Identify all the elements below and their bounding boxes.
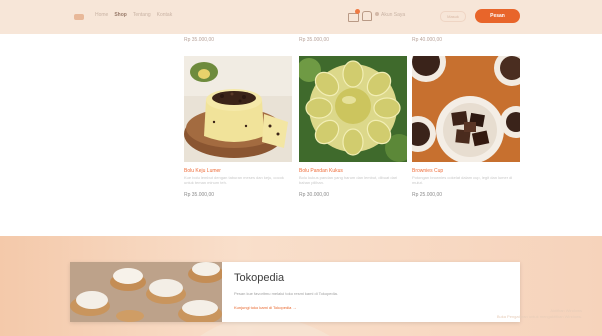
shopping-bag-icon (348, 13, 359, 22)
product-price: Rp 30.000,00 (299, 192, 330, 198)
promo-image-meringue-tarts (70, 262, 222, 322)
product-description: Kue bolu lembut dengan taburan meses dan… (184, 175, 284, 185)
product-card[interactable]: Bolu Pandan Kukus Bolu kukus pandan yang… (299, 56, 407, 206)
previous-row-price: Rp 35.000,00 (184, 37, 215, 43)
bell-icon[interactable] (362, 11, 372, 21)
product-title[interactable]: Bolu Pandan Kukus (299, 168, 343, 174)
product-description: Bolu kukus pandan yang harum dan lembut,… (299, 175, 398, 185)
product-image-pandan-cake[interactable] (299, 56, 407, 162)
promo-link[interactable]: Kunjungi toko kami di Tokopedia → (234, 305, 296, 310)
activation-watermark: Aktifkan Windows Buka Pengaturan untuk m… (482, 308, 582, 320)
account-link[interactable]: Akun Saya (381, 12, 405, 18)
product-price: Rp 25.000,00 (412, 192, 443, 198)
product-image-brownies-cup[interactable] (412, 56, 520, 162)
cart-button[interactable] (346, 9, 360, 22)
product-card[interactable]: Brownies Cup Potongan brownies cokelat d… (412, 56, 520, 206)
user-icon (375, 12, 379, 16)
product-title[interactable]: Bolu Keju Lumer (184, 168, 221, 174)
brand-logo[interactable] (74, 14, 84, 20)
nav-item-shop[interactable]: Shop (114, 12, 127, 18)
product-price: Rp 35.000,00 (184, 192, 215, 198)
product-description: Potongan brownies cokelat dalam cup, leg… (412, 175, 513, 185)
promo-subtitle: Pesan kue favoritmu melalui toko resmi k… (234, 291, 338, 296)
nav-item-contact[interactable]: Kontak (157, 12, 173, 18)
login-button[interactable]: Masuk (440, 11, 466, 22)
product-title[interactable]: Brownies Cup (412, 168, 443, 174)
previous-row-price: Rp 40.000,00 (412, 37, 443, 43)
top-navbar: Home Shop Tentang Kontak Akun Saya Masuk… (0, 0, 602, 34)
product-image-cheese-cake[interactable] (184, 56, 292, 162)
promo-title: Tokopedia (234, 272, 285, 284)
watermark-line-2: Buka Pengaturan untuk mengaktifkan Windo… (496, 314, 582, 319)
main-nav: Home Shop Tentang Kontak (95, 12, 172, 18)
promo-card[interactable]: Tokopedia Pesan kue favoritmu melalui to… (70, 262, 520, 322)
previous-row-price: Rp 35.000,00 (299, 37, 330, 43)
nav-item-about[interactable]: Tentang (133, 12, 151, 18)
nav-item-home[interactable]: Home (95, 12, 108, 18)
product-card[interactable]: Bolu Keju Lumer Kue bolu lembut dengan t… (184, 56, 292, 206)
cart-badge (355, 9, 360, 14)
order-button[interactable]: Pesan (475, 9, 520, 23)
